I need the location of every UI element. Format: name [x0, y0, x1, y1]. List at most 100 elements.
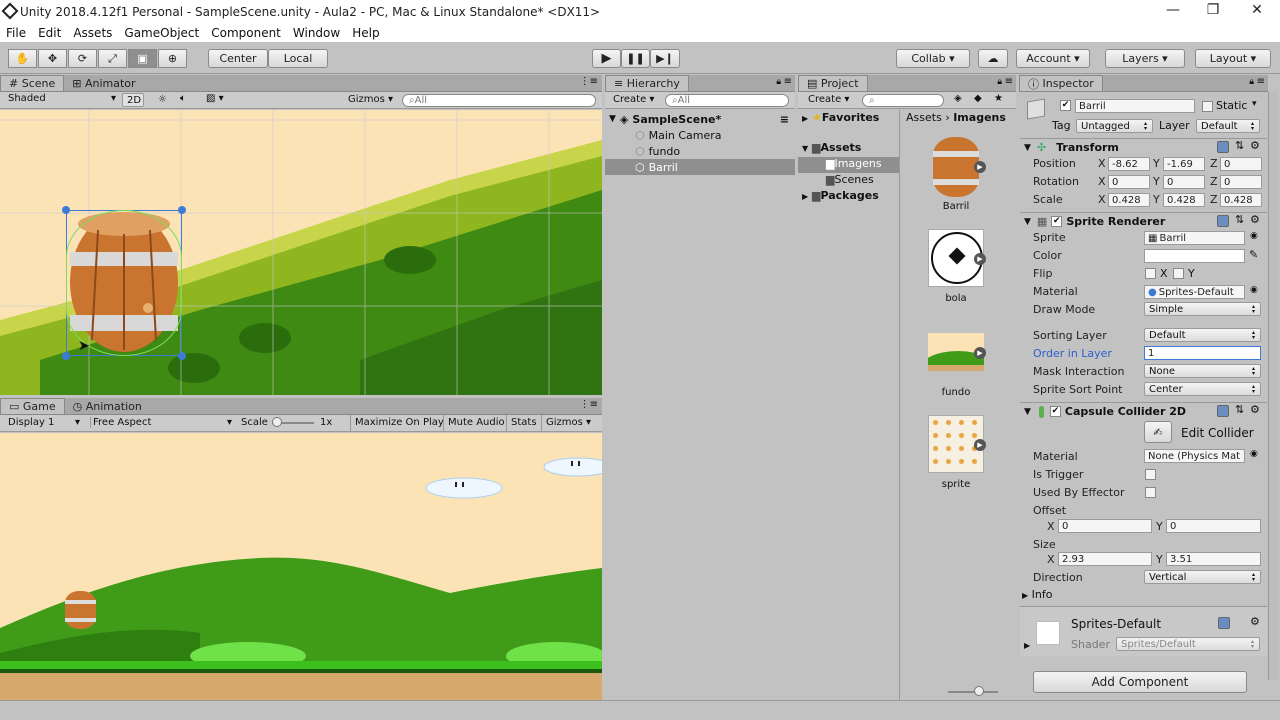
offset-x-field[interactable]: 0 [1058, 519, 1152, 533]
color-swatch[interactable] [1144, 249, 1245, 263]
menu-edit[interactable]: Edit [38, 26, 61, 40]
object-name-field[interactable]: Barril [1075, 99, 1195, 113]
tab-game[interactable]: ▭ Game [0, 398, 65, 414]
menu-gameobject[interactable]: GameObject [124, 26, 199, 40]
lock-icon[interactable]: 🔒︎ [997, 77, 1002, 87]
close-icon[interactable]: ✕ [1237, 2, 1277, 22]
2d-toggle[interactable]: 2D [122, 93, 144, 107]
rotate-tool-icon[interactable]: ⟳ [68, 49, 97, 68]
material-expand-icon[interactable]: ▶ [1024, 641, 1030, 650]
asset-fundo[interactable]: ▶ fundo [926, 329, 986, 409]
breadcrumb-assets[interactable]: Assets [906, 111, 942, 124]
panel-menu-icon[interactable]: ≡ [1005, 76, 1013, 87]
cloud-button[interactable]: ☁ [978, 49, 1008, 68]
filter-label-icon[interactable]: ◆ [974, 93, 982, 104]
static-dropdown-icon[interactable]: ▾ [1252, 99, 1257, 109]
pivot-center-button[interactable]: Center [208, 49, 268, 68]
hierarchy-item-main-camera[interactable]: ⬡ Main Camera [605, 127, 795, 143]
favorite-star-icon[interactable]: ★ [994, 93, 1003, 104]
pivot-local-button[interactable]: Local [268, 49, 328, 68]
scale-z-field[interactable]: 0.428 [1220, 193, 1262, 207]
tree-imagens[interactable]: ▆Imagens [798, 157, 899, 173]
selection-handle-tr[interactable] [178, 206, 186, 214]
move-tool-icon[interactable]: ✥ [38, 49, 67, 68]
panel-menu-icon[interactable]: ≡ [784, 76, 792, 87]
aspect-dropdown[interactable]: Free Aspect ▾ [90, 417, 234, 428]
layer-dropdown[interactable]: Default [1196, 119, 1260, 133]
menu-component[interactable]: Component [211, 26, 281, 40]
size-x-field[interactable]: 2.93 [1058, 552, 1152, 566]
sprite-renderer-header[interactable]: ▼ ▦ ✔ Sprite Renderer [1020, 212, 1267, 230]
layout-dropdown[interactable]: Layout ▾ [1195, 49, 1271, 68]
rotation-y-field[interactable]: 0 [1163, 175, 1205, 189]
scene-view[interactable]: ➤ [0, 110, 602, 395]
scale-y-field[interactable]: 0.428 [1163, 193, 1205, 207]
menu-file[interactable]: File [6, 26, 26, 40]
mute-audio-toggle[interactable]: Mute Audio [443, 415, 509, 431]
size-y-field[interactable]: 3.51 [1166, 552, 1261, 566]
asset-expand-icon[interactable]: ▶ [974, 439, 986, 451]
scale-tool-icon[interactable]: ⤢ [98, 49, 127, 68]
collider-material-field[interactable]: None (Physics Mat [1144, 449, 1245, 463]
layers-dropdown[interactable]: Layers ▾ [1105, 49, 1185, 68]
transform-tool-icon[interactable]: ⊕ [158, 49, 187, 68]
is-trigger-checkbox[interactable] [1145, 469, 1156, 480]
scale-slider-thumb[interactable] [272, 417, 282, 427]
project-create-dropdown[interactable]: Create ▾ [808, 94, 849, 105]
asset-sprite[interactable]: ▶ sprite [926, 415, 986, 495]
static-checkbox[interactable] [1202, 101, 1213, 112]
selection-handle-bl[interactable] [62, 352, 70, 360]
asset-bola[interactable]: ▶ bola [926, 229, 986, 309]
rect-tool-icon[interactable]: ▣ [128, 49, 157, 68]
scene-root-row[interactable]: ▼ ◈ SampleScene* ≡ [605, 111, 795, 127]
tab-project[interactable]: ▤ Project [798, 75, 868, 91]
asset-expand-icon[interactable]: ▶ [974, 347, 986, 359]
tag-dropdown[interactable]: Untagged [1076, 119, 1153, 133]
maximize-on-play-toggle[interactable]: Maximize On Play [350, 415, 448, 431]
hierarchy-item-fundo[interactable]: ⬡ fundo [605, 143, 795, 159]
sorting-layer-dropdown[interactable]: Default [1144, 328, 1261, 342]
hand-tool-icon[interactable]: ✋ [8, 49, 37, 68]
material-field[interactable]: ● Sprites-Default [1144, 285, 1245, 299]
tree-assets[interactable]: ▼ ▆Assets [802, 141, 861, 154]
help-icon[interactable] [1218, 617, 1230, 629]
flip-y-checkbox[interactable] [1173, 268, 1184, 279]
mask-interaction-dropdown[interactable]: None [1144, 364, 1261, 378]
selection-handle-br[interactable] [178, 352, 186, 360]
game-gizmos-dropdown[interactable]: Gizmos [541, 415, 587, 431]
active-checkbox[interactable]: ✔ [1060, 100, 1071, 111]
shader-dropdown[interactable]: Sprites/Default [1116, 637, 1260, 651]
tab-animation[interactable]: ◷ Animation [65, 398, 150, 414]
asset-barril[interactable]: ▶ Barril [926, 137, 986, 217]
tree-packages[interactable]: ▶ ▆Packages [802, 189, 879, 202]
flip-x-checkbox[interactable] [1145, 268, 1156, 279]
filter-type-icon[interactable]: ◈ [954, 93, 962, 104]
asset-expand-icon[interactable]: ▶ [974, 161, 986, 173]
transform-header[interactable]: ▼ ✣ Transform [1020, 138, 1267, 156]
hierarchy-create-dropdown[interactable]: Create ▾ [613, 94, 654, 105]
game-view[interactable] [0, 433, 602, 700]
used-by-effector-checkbox[interactable] [1145, 487, 1156, 498]
rotation-z-field[interactable]: 0 [1220, 175, 1262, 189]
draw-mode-dropdown[interactable]: Simple [1144, 302, 1261, 316]
shaded-dropdown[interactable]: Shaded ▾ [8, 93, 118, 104]
scale-x-field[interactable]: 0.428 [1108, 193, 1150, 207]
lighting-icon[interactable]: ☼ [158, 94, 167, 105]
add-component-button[interactable]: Add Component [1033, 671, 1247, 693]
component-settings-icon[interactable]: ⚙ [1250, 615, 1260, 628]
thumbnail-size-thumb[interactable] [974, 686, 984, 696]
play-button[interactable]: ▶ [592, 49, 621, 68]
help-icon[interactable] [1217, 215, 1229, 227]
pause-button[interactable]: ❚❚ [621, 49, 650, 68]
tab-animator[interactable]: ⊞ Animator [64, 75, 143, 91]
object-picker-icon[interactable]: ◉ [1250, 449, 1258, 459]
account-dropdown[interactable]: Account ▾ [1016, 49, 1090, 68]
display-dropdown[interactable]: Display 1 ▾ [8, 417, 82, 428]
order-in-layer-field[interactable]: 1 [1144, 346, 1261, 360]
collab-button[interactable]: Collab ▾ [896, 49, 970, 68]
breadcrumb-imagens[interactable]: Imagens [953, 111, 1006, 124]
panel-menu-icon[interactable]: ≡ [1257, 76, 1265, 87]
capsule-collider-enabled-checkbox[interactable]: ✔ [1049, 406, 1061, 417]
object-picker-icon[interactable]: ◉ [1250, 285, 1258, 295]
hierarchy-search-input[interactable]: ⌕ All [665, 94, 789, 107]
